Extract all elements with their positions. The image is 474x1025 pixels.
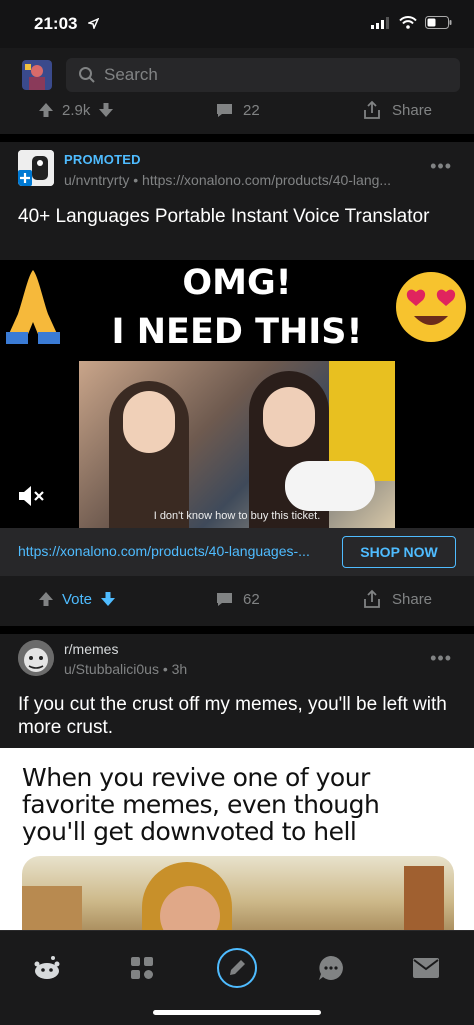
tab-chat[interactable] [306,943,356,993]
post-age: 3h [171,661,188,677]
more-options-icon[interactable]: ••• [430,648,452,669]
comment-icon [217,103,232,117]
status-bar: 21:03 [0,0,474,48]
previous-post-actions: 2.9k 22 Share [0,90,474,130]
status-icons [371,16,452,29]
post-divider [0,134,474,142]
ad-video[interactable]: OMG! I NEED THIS! I don't know how to bu… [0,260,474,528]
meme-image[interactable]: When you revive one of your favorite mem… [0,748,474,930]
vote-score: 2.9k [62,101,91,119]
author-name[interactable]: u/Stubbalici0us [64,661,159,677]
subreddit-name[interactable]: r/memes [64,639,187,659]
upvote-icon[interactable] [38,102,54,118]
status-time: 21:03 [34,14,78,33]
search-icon [79,67,95,83]
advertiser-line[interactable]: u/nvntryrty • https://xonalono.com/produ… [64,170,391,190]
translator-device-icon [18,150,54,186]
comment-count: 62 [243,590,260,608]
share-icon [364,100,380,119]
home-icon [34,956,60,979]
tab-inbox[interactable] [401,943,451,993]
vote-group: 2.9k [38,102,114,119]
search-input[interactable] [104,58,444,92]
video-subtitle: I don't know how to buy this ticket. [153,510,321,522]
create-post-icon [217,948,257,988]
ad-post-actions: Vote 62 Share [0,579,474,619]
avatar-image-icon [22,60,52,90]
tab-home[interactable] [22,943,72,993]
signal-icon [371,16,389,29]
mute-icon[interactable] [18,485,46,507]
meme-illustration [22,856,454,930]
user-avatar[interactable] [22,60,52,90]
advertiser-avatar[interactable] [18,150,54,186]
comment-icon [217,592,232,606]
more-options-icon[interactable]: ••• [430,156,452,177]
shop-now-button[interactable]: SHOP NOW [342,536,456,568]
share-icon [364,589,380,608]
ad-link[interactable]: https://xonalono.com/products/40-languag… [18,543,330,559]
ad-link-bar: https://xonalono.com/products/40-languag… [0,528,474,576]
share-label: Share [392,101,433,119]
inbox-icon [413,958,439,978]
praying-hands-icon [6,270,60,344]
tab-create-post[interactable] [212,943,262,993]
comment-count: 22 [243,101,260,119]
post-title[interactable]: 40+ Languages Portable Instant Voice Tra… [18,205,458,228]
author-line: u/Stubbalici0us • 3h [64,659,187,679]
battery-icon [425,16,452,29]
promoted-label: PROMOTED [64,152,141,167]
meme-post-card[interactable]: r/memes u/Stubbalici0us • 3h ••• If you … [0,634,474,748]
chat-icon [319,956,343,980]
search-bar[interactable] [66,58,460,92]
location-arrow-icon [88,18,99,29]
video-frame[interactable]: I don't know how to buy this ticket. [79,361,395,528]
meme-meta: r/memes u/Stubbalici0us • 3h [64,639,187,679]
upvote-icon[interactable] [38,591,54,607]
post-divider [0,626,474,634]
comments-button[interactable]: 62 [216,591,260,608]
share-button[interactable]: Share [362,100,432,120]
wifi-icon [399,16,417,29]
downvote-icon[interactable] [98,102,114,118]
downvote-icon[interactable] [100,591,116,607]
promoted-meta: PROMOTED u/nvntryrty • https://xonalono.… [64,150,391,190]
vote-group: Vote [38,591,116,608]
share-button[interactable]: Share [362,589,432,609]
vote-label: Vote [62,590,93,608]
post-title[interactable]: If you cut the crust off my memes, you'l… [18,693,458,739]
meta-separator: • [162,661,172,677]
share-label: Share [392,590,433,608]
home-indicator [153,1010,321,1015]
memes-subreddit-icon [18,640,54,676]
tab-communities[interactable] [117,943,167,993]
heart-eyes-emoji-icon [396,272,466,342]
comments-button[interactable]: 22 [216,102,260,119]
communities-icon [131,957,153,979]
subreddit-avatar[interactable] [18,640,54,676]
meme-caption: When you revive one of your favorite mem… [22,763,380,846]
